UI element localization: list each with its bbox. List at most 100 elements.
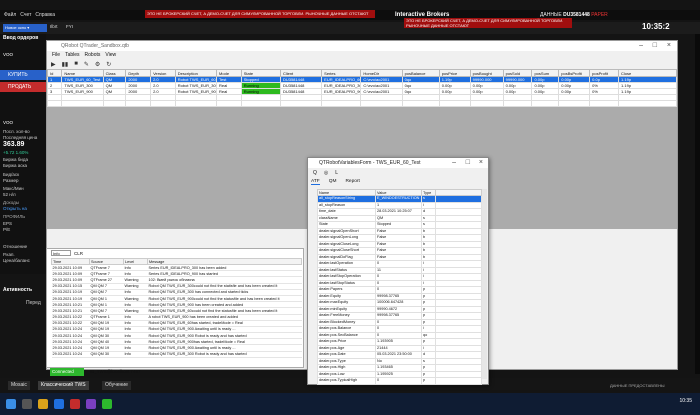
desktop-screen: Файл Счет Справка ЭТО НЕ БРОКЕРСКИЙ СЧЕТ… [0,0,700,415]
level-filter-dropdown[interactable]: Info [51,250,71,256]
windows-taskbar: 10:35 [0,393,700,415]
minimize-icon[interactable]: – [452,158,456,168]
column-header[interactable]: Id [46,69,63,77]
edit-icon[interactable]: ✎ [84,61,89,68]
variables-table: Name Value Type all_stopReasonString E_WIND… [317,189,482,385]
maximize-icon[interactable]: □ [466,158,470,168]
column-header[interactable]: posSum [531,69,560,77]
maximize-icon[interactable]: □ [653,41,657,51]
buy-button[interactable]: КУПИТЬ [0,70,46,80]
folder-icon[interactable] [38,399,48,409]
column-header[interactable]: posBought [469,69,504,77]
last-price: 363.89 [3,141,25,148]
variable-cell: 0 [375,377,422,385]
variable-row[interactable]: dealer.pos.TypicalHigh 0 p [317,377,482,385]
demo-warning-banner: ЭТО НЕ БРОКЕРСКИЙ СЧЕТ, А ДЕМО-СЧЕТ ДЛЯ … [145,10,375,18]
robot-cell: 0.00p [469,88,504,95]
menu-view[interactable]: View [105,52,116,60]
log-panel: Info CLR Time Source Level Message 29.03.20… [46,248,304,368]
app-icon[interactable] [102,399,112,409]
menu-file[interactable]: File [52,52,60,60]
info-line: Цена/баланс [3,258,30,263]
column-header[interactable]: Client [279,69,323,77]
close-icon[interactable]: × [667,41,671,51]
watch-icon[interactable]: ◎ [324,170,328,176]
taskbar-clock: 10:35 [679,398,692,404]
column-header[interactable]: posPrice [438,69,471,77]
robot-cell: C:\evo\ao2001 [360,88,403,95]
column-header[interactable]: Close [618,69,677,77]
connection-status: Connected [50,368,84,376]
variables-scrollbar[interactable] [482,189,487,379]
start-icon[interactable] [6,399,16,409]
order-entry-panel: Ввод ордеров VOO КУПИТЬ ПРОДАТЬ VOO Посл… [0,34,46,274]
sell-button[interactable]: ПРОДАТЬ [0,82,46,92]
menu-robots[interactable]: Robots [85,52,101,60]
log-row[interactable]: 29.03.2021 10:24 QM QM 30 Info Robot QM TWS… [51,351,302,358]
tab-classic-tws[interactable]: Классический TWS [38,381,89,390]
column-header[interactable]: posBalance [401,69,440,77]
robot-cell: 0.00p [502,88,533,95]
info-line: Отношение [3,244,28,249]
info-line: Бид/аск [3,172,20,177]
column-header[interactable]: Name [61,69,104,77]
robot-variables-window: QTRobotVariablesForm - TWS_EUR_60_Test –… [307,157,489,385]
info-line: Биржа аска [3,163,28,168]
tab-qm[interactable]: QM [329,179,337,185]
settings-icon[interactable]: ⚙ [95,61,100,68]
info-line: Р.кап. [3,252,15,257]
column-header[interactable]: posSold [502,69,533,77]
tab-atf[interactable]: ATF [311,179,320,185]
info-line: 52 н/л [3,192,16,197]
clear-log-button[interactable]: CLR [74,251,83,256]
toolbar-btn-1[interactable]: Ilbrt [50,24,58,29]
close-icon[interactable]: × [479,158,483,168]
column-header[interactable]: Description [174,69,218,77]
search-icon[interactable] [22,399,32,409]
menu-file[interactable]: Файл [4,12,16,18]
column-header[interactable]: HomeDir [360,69,403,77]
menu-help[interactable]: Справка [35,12,55,18]
info-line: Размер [3,178,19,183]
robot-cell: TWS_EUR_900 [61,88,104,95]
variables-tabs: ATF QM Report [311,179,360,185]
status-bar: Connected IB_TWS@localhost:7497 [50,368,300,376]
open-link[interactable]: Открыть на [3,206,27,211]
column-header[interactable]: Depth [125,69,152,77]
stop-robot-icon[interactable]: ■ [74,61,78,68]
toolbar-btn-2[interactable]: FYI [66,24,73,29]
column-header[interactable]: posBsProfit [558,69,591,77]
info-line: Доходы [3,200,20,205]
robot-row[interactable]: 3 TWS_EUR_900 QM 2000 2.0 Robot TWS_EUR_900 Re… [46,88,677,95]
log-icon[interactable]: L [335,170,338,176]
column-header[interactable]: Series [321,69,362,77]
column-header[interactable]: posProfit [589,69,620,77]
start-robot-icon[interactable]: ▶ [51,61,56,68]
edge-icon[interactable] [54,399,64,409]
robot-cell: DU3581448 [279,88,323,95]
menu-tables[interactable]: Tables [65,52,79,60]
robot-cell: 3 [46,88,63,95]
visual-studio-icon[interactable] [86,399,96,409]
tab-report[interactable]: Report [345,179,359,185]
robots-table-header: Id Name Class Depth Version Description Mode St… [46,69,677,77]
column-header[interactable]: Version [150,69,176,77]
log-filter: Info CLR [51,250,83,256]
refresh-icon[interactable]: ↻ [106,61,111,68]
column-header[interactable]: Mode [216,69,242,77]
variables-toolbar: Q ◎ L [313,170,338,176]
tab-mosaic[interactable]: Mosaic [8,381,30,390]
tws-icon[interactable] [70,399,80,409]
robot-cell: QM [102,88,127,95]
info-line: Макс/Мин [3,186,24,191]
query-icon[interactable]: Q [313,170,317,176]
pause-robot-icon[interactable]: ▮▮ [62,61,69,68]
minimize-icon[interactable]: – [639,41,643,51]
robot-cell: 2000 [125,88,152,95]
menu-account[interactable]: Счет [20,12,31,18]
tab-learning[interactable]: Обучение [102,381,131,390]
column-header[interactable]: Class [102,69,127,77]
column-header[interactable]: State [240,69,281,77]
symbol-field[interactable]: VOO [3,52,13,57]
new-window-button[interactable]: Новое окно ▾ [3,24,47,32]
